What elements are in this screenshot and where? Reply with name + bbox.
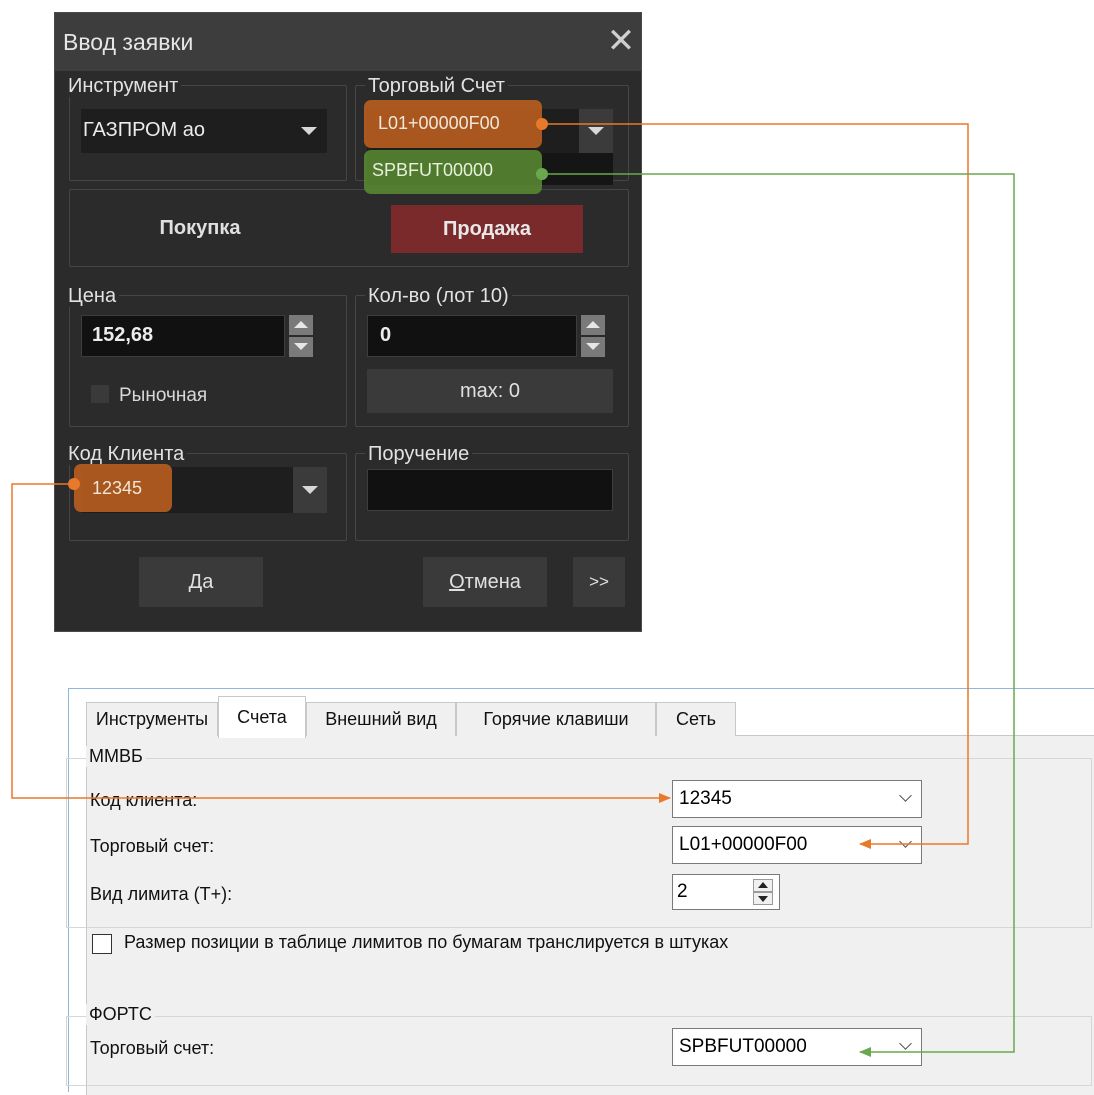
connector-client-code (11, 478, 671, 803)
connector-overlay (11, 118, 1015, 1057)
connector-forts-account (536, 168, 1015, 1057)
connector-account (536, 118, 969, 849)
